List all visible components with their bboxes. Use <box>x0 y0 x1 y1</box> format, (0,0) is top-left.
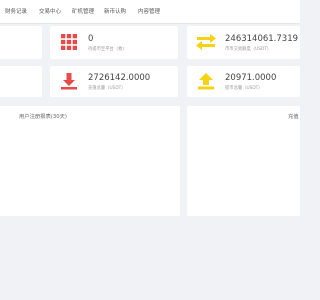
stat-label: 币币交易额度（USDT） <box>225 47 272 52</box>
deposit-report-panel: 充值 <box>187 106 300 216</box>
nav-item-miner-management[interactable]: 矿机管理 <box>72 7 94 15</box>
nav-item-trading-center[interactable]: 交易中心 <box>39 7 61 15</box>
nav-item-finance-records[interactable]: 财务记录 <box>5 7 27 15</box>
stat-value: 0 <box>88 34 94 44</box>
stat-card-total-withdrawal: 20971.0000 提币总量（USDT） <box>187 66 300 97</box>
download-icon <box>61 73 77 90</box>
transfer-arrows-icon <box>196 34 216 50</box>
user-registration-report-panel: 用户注册报表(30天) <box>0 106 180 216</box>
stat-value: 2726142.0000 <box>88 73 151 83</box>
grid-icon <box>61 34 77 50</box>
stat-value: 246314061.7319 <box>225 34 299 44</box>
stat-card-partial-left-1 <box>0 26 42 59</box>
upload-icon <box>198 73 214 90</box>
stat-label: 充值总量（USDT） <box>88 86 126 91</box>
stat-label: 待提币至平台（枚） <box>88 47 127 52</box>
stat-card-total-deposit: 2726142.0000 充值总量（USDT） <box>50 66 178 97</box>
stat-card-pending-withdrawal: 0 待提币至平台（枚） <box>50 26 178 59</box>
nav-item-content-management[interactable]: 内容管理 <box>138 7 160 15</box>
panel-title: 用户注册报表(30天) <box>19 114 67 120</box>
top-navbar: 财务记录 交易中心 矿机管理 新币认购 内容管理 <box>0 0 300 24</box>
stat-card-coin-trading-volume: 246314061.7319 币币交易额度（USDT） <box>187 26 300 59</box>
panel-title: 充值 <box>288 114 299 120</box>
nav-item-new-coin-subscription[interactable]: 新币认购 <box>104 7 126 15</box>
stat-card-partial-left-2 <box>0 66 42 97</box>
stat-label: 提币总量（USDT） <box>225 86 263 91</box>
stat-value: 20971.0000 <box>225 73 277 83</box>
